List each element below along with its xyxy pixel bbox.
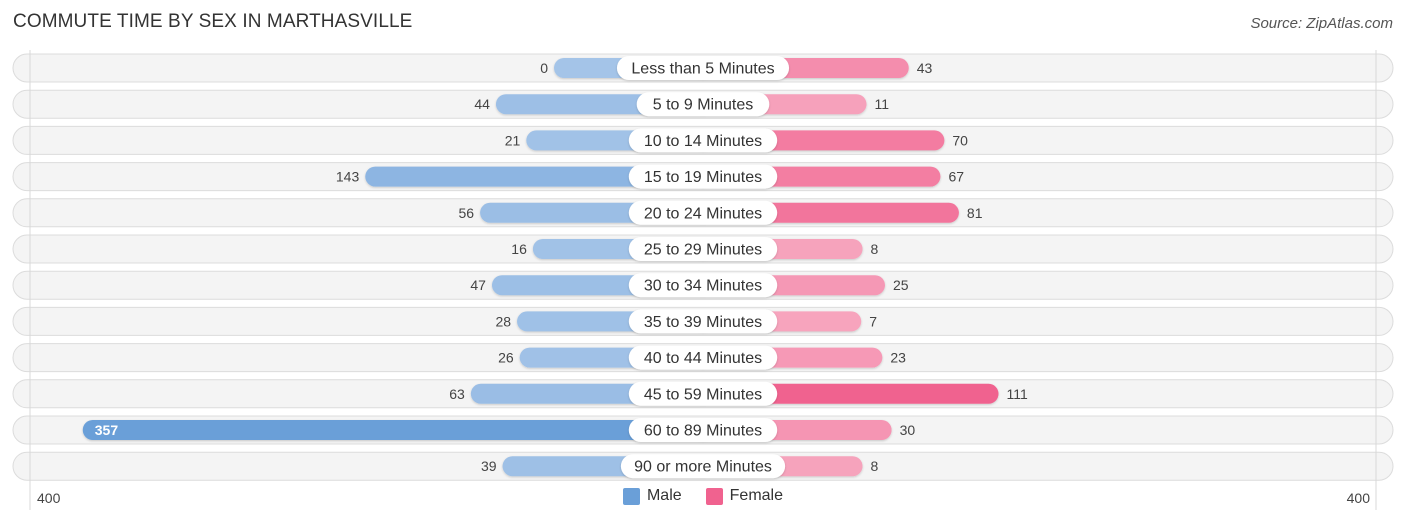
value-label-male: 0 [540, 60, 548, 76]
category-row: 60 to 89 Minutes 357 30 [82, 418, 916, 442]
category-label: 60 to 89 Minutes [644, 423, 762, 440]
value-label-male: 28 [495, 313, 511, 329]
value-label-female: 70 [952, 132, 968, 148]
category-label: 40 to 44 Minutes [644, 350, 762, 367]
value-label-female: 30 [900, 422, 916, 438]
value-label-female: 25 [893, 277, 909, 293]
legend: Male Female [0, 487, 1406, 505]
value-label-male: 63 [449, 386, 465, 402]
value-label-male: 39 [481, 458, 497, 474]
category-row: 90 or more Minutes 39 8 [481, 454, 879, 479]
value-label-female: 111 [1007, 386, 1028, 402]
legend-item-female[interactable]: Female [705, 487, 784, 505]
category-label: 90 or more Minutes [634, 459, 772, 476]
category-label: Less than 5 Minutes [631, 61, 774, 78]
bars-layer: Less than 5 Minutes 0 43 5 to 9 Minutes 44 11… [82, 56, 1028, 479]
category-label: 35 to 39 Minutes [644, 314, 762, 331]
value-label-male: 26 [498, 350, 514, 366]
value-label-female: 8 [871, 241, 879, 257]
legend-swatch-male [622, 487, 640, 505]
rows-layer [12, 53, 1394, 481]
category-row: 15 to 19 Minutes 143 67 [336, 164, 964, 189]
category-row: 45 to 59 Minutes 63 111 [449, 381, 1028, 406]
value-label-female: 23 [890, 350, 906, 366]
category-row: 20 to 24 Minutes 56 81 [459, 200, 983, 225]
category-row: 35 to 39 Minutes 28 7 [495, 309, 877, 334]
category-label: 5 to 9 Minutes [653, 97, 754, 114]
chart-canvas: Less than 5 Minutes 0 43 5 to 9 Minutes 44 11… [12, 50, 1394, 510]
value-label-female: 11 [875, 96, 890, 112]
category-row: 25 to 29 Minutes 16 8 [511, 237, 879, 261]
category-label: 30 to 34 Minutes [644, 278, 762, 295]
category-label: 10 to 14 Minutes [644, 133, 762, 150]
category-row: 10 to 14 Minutes 21 70 [505, 128, 968, 153]
legend-swatch-female [705, 487, 723, 505]
category-label: 45 to 59 Minutes [644, 386, 762, 403]
category-label: 25 to 29 Minutes [644, 242, 762, 259]
value-label-male: 44 [474, 96, 490, 112]
category-row: 30 to 34 Minutes 47 25 [470, 273, 909, 298]
category-label: 15 to 19 Minutes [644, 169, 762, 186]
value-label-male: 357 [95, 422, 119, 438]
value-label-female: 8 [871, 458, 879, 474]
value-label-female: 7 [869, 313, 877, 329]
legend-item-male[interactable]: Male [622, 487, 682, 505]
category-row: Less than 5 Minutes 0 43 [540, 56, 933, 80]
legend-label-female: Female [729, 487, 784, 504]
bar-male[interactable] [82, 420, 713, 440]
value-label-male: 16 [511, 241, 527, 257]
value-label-male: 47 [470, 277, 486, 293]
value-label-female: 67 [948, 169, 964, 185]
value-label-male: 143 [336, 169, 360, 185]
category-label: 20 to 24 Minutes [644, 205, 762, 222]
value-label-male: 21 [505, 132, 521, 148]
value-label-female: 43 [917, 60, 933, 76]
value-label-female: 81 [967, 205, 983, 221]
category-row: 40 to 44 Minutes 26 23 [498, 345, 906, 370]
legend-label-male: Male [646, 487, 682, 504]
value-label-male: 56 [459, 205, 475, 221]
category-row: 5 to 9 Minutes 44 11 [474, 92, 890, 117]
